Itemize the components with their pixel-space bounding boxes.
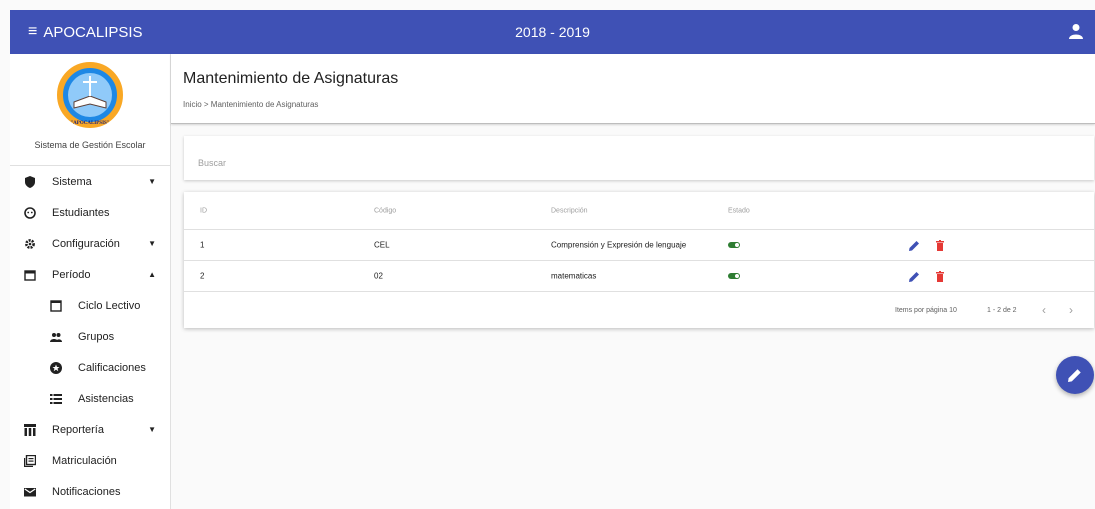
delete-icon[interactable] bbox=[936, 271, 944, 282]
square-icon bbox=[50, 299, 62, 312]
sidebar-item-label: Grupos bbox=[78, 330, 115, 343]
calendar-icon bbox=[24, 269, 36, 281]
gear-icon bbox=[24, 238, 36, 250]
sidebar-nav: Sistema ▼ Estudiantes Configuración ▼ Pe… bbox=[10, 166, 170, 507]
sidebar-item-reporteria[interactable]: Reportería ▼ bbox=[10, 414, 170, 445]
sidebar-item-label: Período bbox=[52, 268, 91, 281]
sidebar-item-label: Calificaciones bbox=[78, 361, 146, 374]
edit-fab-button[interactable] bbox=[1056, 356, 1094, 394]
sidebar-item-configuracion[interactable]: Configuración ▼ bbox=[10, 228, 170, 259]
page-title: Mantenimiento de Asignaturas bbox=[183, 70, 399, 87]
column-header-id[interactable]: ID bbox=[200, 207, 207, 214]
paginator: Items por página 10 1 - 2 de 2 ‹ › bbox=[184, 292, 1094, 328]
chevron-left-icon[interactable]: ‹ bbox=[1042, 303, 1046, 317]
search-input[interactable] bbox=[198, 158, 1080, 168]
sidebar-item-label: Sistema bbox=[52, 175, 92, 188]
cell-descripcion: Comprensión y Expresión de lenguaje bbox=[551, 240, 687, 250]
user-icon[interactable] bbox=[1069, 23, 1083, 39]
edit-icon[interactable] bbox=[909, 271, 920, 282]
star-circle-icon bbox=[50, 361, 62, 374]
sidebar-item-ciclo-lectivo[interactable]: Ciclo Lectivo bbox=[10, 290, 170, 321]
main-content: Mantenimiento de Asignaturas Inicio > Ma… bbox=[171, 54, 1095, 509]
people-icon bbox=[50, 331, 62, 343]
sidebar-item-estudiantes[interactable]: Estudiantes bbox=[10, 197, 170, 228]
sidebar-item-notificaciones[interactable]: Notificaciones bbox=[10, 476, 170, 507]
brand: ≡ APOCALIPSIS bbox=[10, 23, 171, 41]
column-header-codigo[interactable]: Código bbox=[374, 207, 396, 214]
top-app-bar: ≡ APOCALIPSIS 2018 - 2019 bbox=[10, 10, 1095, 54]
edit-icon[interactable] bbox=[909, 240, 920, 251]
system-subtitle: Sistema de Gestión Escolar bbox=[10, 136, 170, 166]
cell-id: 1 bbox=[200, 240, 205, 250]
sidebar-item-asistencias[interactable]: Asistencias bbox=[10, 383, 170, 414]
menu-icon[interactable]: ≡ bbox=[28, 23, 37, 41]
sidebar-item-periodo[interactable]: Período ▲ bbox=[10, 259, 170, 290]
school-year: 2018 - 2019 bbox=[515, 24, 590, 40]
column-header-estado[interactable]: Estado bbox=[728, 207, 750, 214]
mail-icon bbox=[24, 486, 36, 498]
caret-down-icon: ▼ bbox=[148, 177, 156, 186]
sidebar-item-label: Notificaciones bbox=[52, 485, 121, 498]
pencil-icon bbox=[1068, 369, 1081, 382]
sidebar-item-matriculacion[interactable]: Matriculación bbox=[10, 445, 170, 476]
caret-down-icon: ▼ bbox=[148, 425, 156, 434]
sidebar-item-label: Ciclo Lectivo bbox=[78, 299, 141, 312]
logo: "APOCALIPSIS" bbox=[10, 54, 170, 136]
school-logo-image: "APOCALIPSIS" bbox=[57, 62, 123, 128]
sidebar-item-calificaciones[interactable]: Calificaciones bbox=[10, 352, 170, 383]
table-row: 2 02 matematicas bbox=[184, 261, 1094, 292]
sidebar-item-grupos[interactable]: Grupos bbox=[10, 321, 170, 352]
cell-codigo: CEL bbox=[374, 240, 390, 250]
caret-down-icon: ▼ bbox=[148, 239, 156, 248]
sidebar-item-label: Estudiantes bbox=[52, 206, 110, 219]
page-range: 1 - 2 de 2 bbox=[987, 307, 1017, 314]
caret-up-icon: ▲ bbox=[148, 270, 156, 279]
chevron-right-icon[interactable]: › bbox=[1069, 303, 1073, 317]
sidebar-item-label: Asistencias bbox=[78, 392, 134, 405]
app-title: APOCALIPSIS bbox=[43, 23, 143, 41]
subjects-table: ID Código Descripción Estado 1 CEL Compr… bbox=[184, 192, 1094, 328]
search-card bbox=[184, 136, 1094, 180]
cell-descripcion: matematicas bbox=[551, 271, 597, 281]
status-toggle[interactable] bbox=[728, 273, 740, 279]
face-icon bbox=[24, 206, 36, 219]
list-icon bbox=[50, 393, 62, 405]
logo-text: "APOCALIPSIS" bbox=[70, 121, 109, 126]
cell-codigo: 02 bbox=[374, 271, 383, 281]
status-toggle[interactable] bbox=[728, 242, 740, 248]
shield-icon bbox=[24, 175, 36, 188]
book-icon bbox=[24, 454, 36, 467]
sidebar: "APOCALIPSIS" Sistema de Gestión Escolar… bbox=[10, 54, 171, 509]
page-header: Mantenimiento de Asignaturas Inicio > Ma… bbox=[171, 54, 1095, 124]
column-header-descripcion[interactable]: Descripción bbox=[551, 207, 588, 214]
cell-id: 2 bbox=[200, 271, 205, 281]
table-header-row: ID Código Descripción Estado bbox=[184, 192, 1094, 230]
sidebar-item-label: Configuración bbox=[52, 237, 120, 250]
sidebar-item-label: Matriculación bbox=[52, 454, 117, 467]
delete-icon[interactable] bbox=[936, 240, 944, 251]
table-icon bbox=[24, 423, 36, 436]
table-row: 1 CEL Comprensión y Expresión de lenguaj… bbox=[184, 230, 1094, 261]
breadcrumb[interactable]: Inicio > Mantenimiento de Asignaturas bbox=[183, 100, 1095, 109]
items-per-page[interactable]: Items por página 10 bbox=[895, 307, 957, 314]
sidebar-item-label: Reportería bbox=[52, 423, 104, 436]
sidebar-item-sistema[interactable]: Sistema ▼ bbox=[10, 166, 170, 197]
